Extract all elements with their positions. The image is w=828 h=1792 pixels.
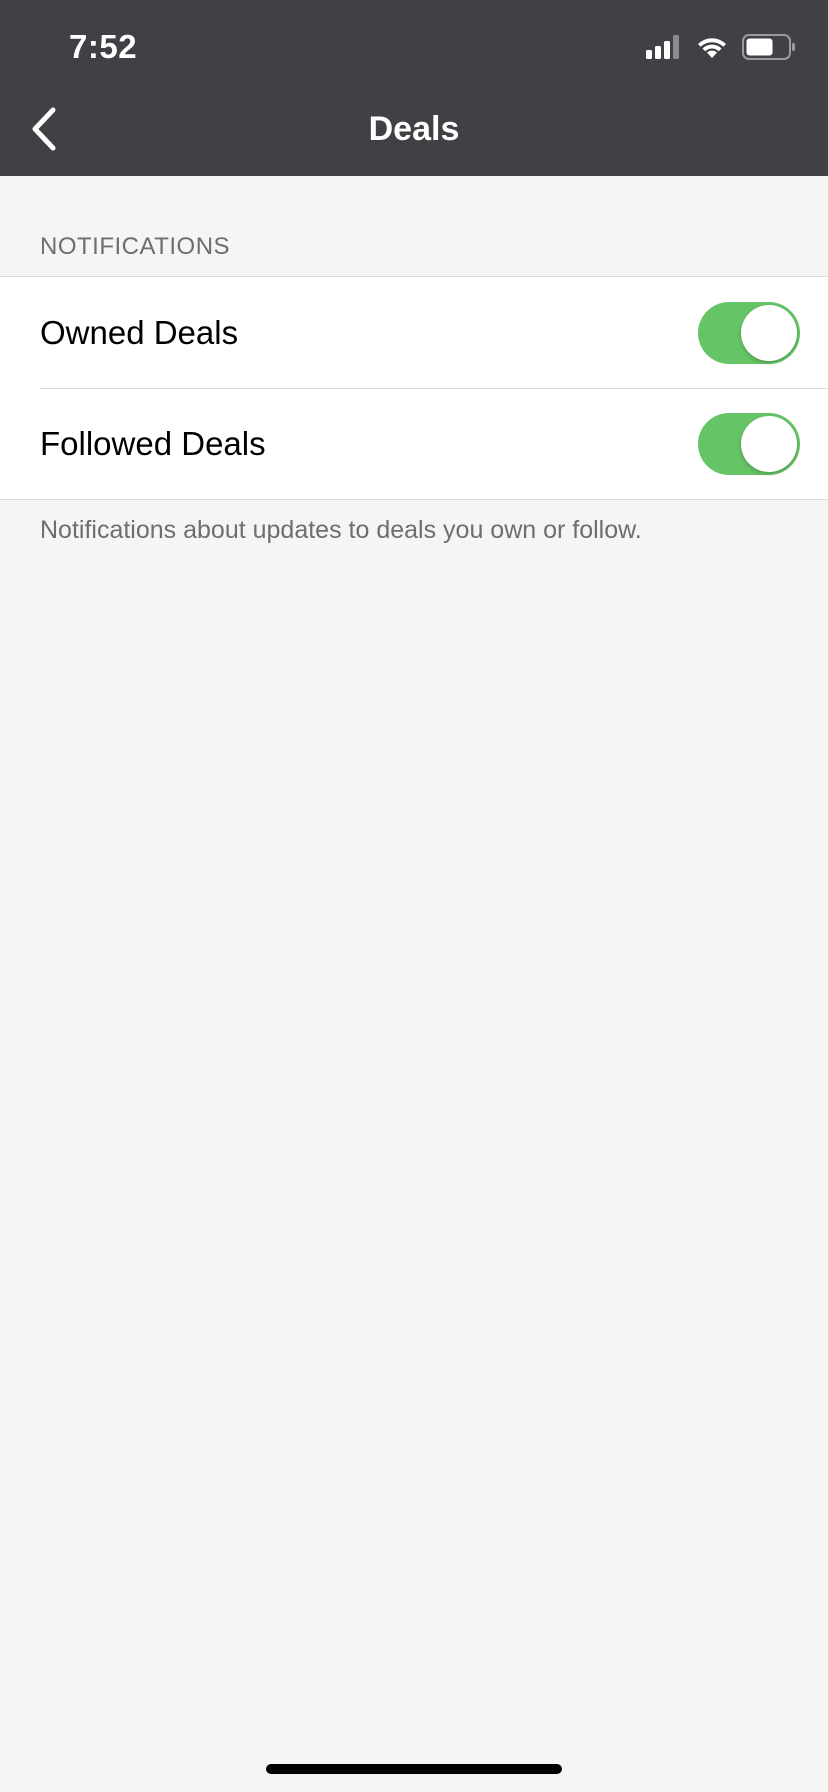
owned-deals-toggle[interactable] <box>698 301 800 364</box>
home-indicator <box>266 1764 562 1774</box>
signal-icon <box>646 34 682 64</box>
page-title: Deals <box>368 110 460 148</box>
notifications-group: Owned Deals Followed Deals <box>0 276 828 500</box>
notifications-footer-note: Notifications about updates to deals you… <box>40 516 642 544</box>
followed-deals-row: Followed Deals <box>0 388 828 499</box>
navigation-bar: 7:52 Deals <box>0 0 828 176</box>
battery-icon <box>742 33 796 65</box>
status-time: 7:52 <box>69 28 138 65</box>
wifi-icon <box>696 35 728 64</box>
followed-deals-toggle[interactable] <box>698 412 800 475</box>
followed-deals-label: Followed Deals <box>40 424 266 462</box>
toggle-knob <box>741 415 797 472</box>
toggle-knob <box>741 304 797 361</box>
owned-deals-label: Owned Deals <box>40 313 239 351</box>
status-icons <box>646 33 796 65</box>
owned-deals-row: Owned Deals <box>0 277 828 388</box>
section-header-notifications: NOTIFICATIONS <box>40 233 231 260</box>
